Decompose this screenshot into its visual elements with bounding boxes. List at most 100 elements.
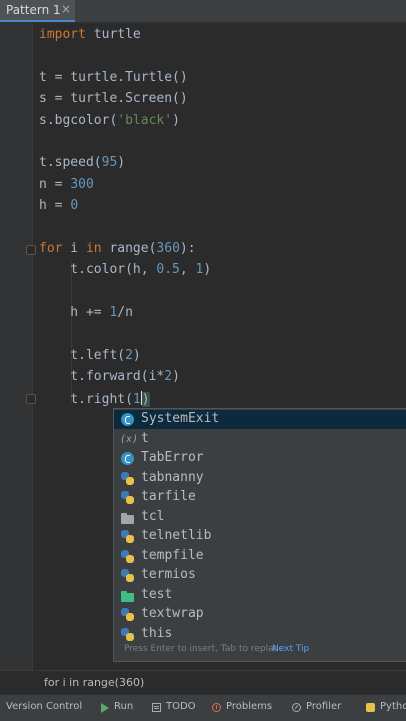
- run-icon: [100, 703, 109, 713]
- code-token: for: [39, 241, 63, 256]
- code-line[interactable]: t.forward(i*2): [39, 369, 180, 384]
- breadcrumb[interactable]: for i in range(360): [0, 670, 406, 695]
- code-token: h +=: [39, 305, 110, 321]
- hint-text: Press Enter to insert, Tab to replace: [124, 644, 285, 654]
- toolwindow-label: Pytho: [380, 701, 406, 712]
- code-token: h =: [39, 198, 71, 214]
- class-icon: [121, 452, 134, 465]
- completion-item[interactable]: tempfile: [114, 547, 406, 566]
- code-token: ): [132, 348, 141, 363]
- code-token: ): [172, 112, 180, 128]
- tab-pattern-1[interactable]: Pattern 1 ×: [0, 0, 75, 22]
- todo-icon: [152, 703, 161, 712]
- completion-item[interactable]: tcl: [114, 508, 406, 527]
- python-module-icon: [121, 608, 134, 621]
- code-line[interactable]: for i in range(360):: [39, 241, 196, 256]
- profiler-icon: [292, 703, 301, 712]
- code-token: 0.5: [156, 262, 180, 278]
- code-token: t.forward(i*: [39, 369, 165, 385]
- code-line[interactable]: t = turtle.Turtle(): [39, 70, 188, 85]
- code-token: 300: [70, 176, 94, 192]
- code-token: 'black': [117, 112, 173, 128]
- code-token: ): [141, 391, 150, 407]
- code-line[interactable]: t.right(1): [39, 390, 150, 407]
- code-token: ):: [179, 241, 196, 256]
- next-tip-link[interactable]: Next Tip: [272, 644, 309, 654]
- code-line[interactable]: s = turtle.Screen(): [39, 91, 188, 106]
- completion-item[interactable]: test: [114, 586, 406, 605]
- line-gutter[interactable]: [0, 22, 36, 670]
- variable-icon: (x): [120, 433, 139, 445]
- completion-item[interactable]: termios: [114, 566, 406, 585]
- completion-item[interactable]: telnetlib: [114, 527, 406, 546]
- python-console-icon: [366, 703, 375, 712]
- problems-icon: [212, 703, 221, 712]
- completion-item[interactable]: textwrap: [114, 605, 406, 624]
- code-token: t.color(h,: [39, 262, 157, 278]
- code-token: s.bgcolor(: [39, 112, 118, 128]
- code-token: ): [172, 369, 180, 385]
- class-icon: [121, 413, 134, 426]
- completion-label: t: [141, 430, 149, 446]
- code-token: t.speed(: [39, 155, 102, 171]
- code-token: 2: [125, 348, 133, 363]
- code-token: import: [39, 27, 86, 42]
- python-module-icon: [121, 549, 134, 563]
- editor-tab-bar: Pattern 1 ×: [0, 0, 406, 23]
- code-token: in: [85, 241, 102, 256]
- completion-item[interactable]: TabError: [114, 449, 406, 468]
- completion-label: tarfile: [141, 489, 196, 504]
- code-line[interactable]: n = 300: [39, 177, 94, 192]
- autocomplete-popup: this textwrap test termios tempfile telnetlib…: [113, 408, 406, 662]
- toolwindow-label: Profiler: [306, 701, 342, 712]
- code-token: 0: [70, 198, 79, 214]
- completion-label: SystemExit: [141, 411, 220, 426]
- code-token: i: [62, 241, 86, 256]
- code-line[interactable]: t.left(2): [39, 348, 141, 363]
- code-line[interactable]: t.speed(95): [39, 155, 125, 170]
- code-line[interactable]: h += 1/n: [39, 305, 133, 320]
- completion-label: tabnanny: [141, 469, 204, 485]
- code-token: range(: [101, 241, 157, 256]
- code-line[interactable]: s.bgcolor('black'): [39, 113, 180, 128]
- completion-hint: Press Enter to insert, Tab to replace Ne…: [114, 637, 406, 661]
- code-token: turtle: [85, 27, 141, 42]
- code-line[interactable]: h = 0: [39, 198, 78, 213]
- code-line[interactable]: t.color(h, 0.5, 1): [39, 262, 211, 277]
- completion-item[interactable]: tabnanny: [114, 469, 406, 488]
- code-token: t = turtle.Turtle(): [39, 69, 188, 85]
- code-token: ,: [179, 262, 196, 278]
- toolwindow-label: Problems: [226, 701, 273, 712]
- tab-label: Pattern 1: [6, 3, 61, 17]
- code-token: s = turtle.Screen(): [39, 91, 188, 107]
- completion-label: TabError: [141, 450, 204, 465]
- close-icon[interactable]: ×: [61, 2, 71, 16]
- code-token: 360: [156, 241, 180, 256]
- python-module-icon: [121, 569, 134, 582]
- code-token: 2: [164, 369, 173, 385]
- code-token: ): [203, 262, 212, 278]
- breadcrumb-item[interactable]: for i in range(360): [44, 676, 144, 689]
- tool-window-bar: Version Control Run TODO Problems Profiler Py…: [0, 694, 406, 721]
- python-module-icon: [121, 471, 134, 485]
- completion-item[interactable]: tarfile: [114, 488, 406, 507]
- completion-item[interactable]: SystemExit: [114, 410, 406, 429]
- code-line[interactable]: import turtle: [39, 27, 141, 42]
- completion-label: textwrap: [141, 606, 204, 621]
- completion-label: tcl: [141, 508, 165, 524]
- completion-label: termios: [141, 567, 196, 582]
- code-token: 1: [132, 391, 141, 407]
- code-token: t.right(: [39, 391, 133, 407]
- folder-icon: [121, 511, 134, 524]
- toolwindow-label: Version Control: [6, 701, 83, 712]
- code-token: 95: [101, 155, 118, 171]
- code-token: n =: [39, 176, 71, 192]
- python-module-icon: [121, 491, 134, 504]
- code-token: ): [117, 155, 126, 171]
- completion-item[interactable]: (x) t: [114, 430, 406, 449]
- package-folder-icon: [121, 589, 134, 602]
- completion-label: test: [141, 586, 173, 602]
- completion-label: telnetlib: [141, 528, 212, 543]
- code-token: /n: [117, 305, 133, 321]
- toolwindow-label: Run: [114, 701, 134, 712]
